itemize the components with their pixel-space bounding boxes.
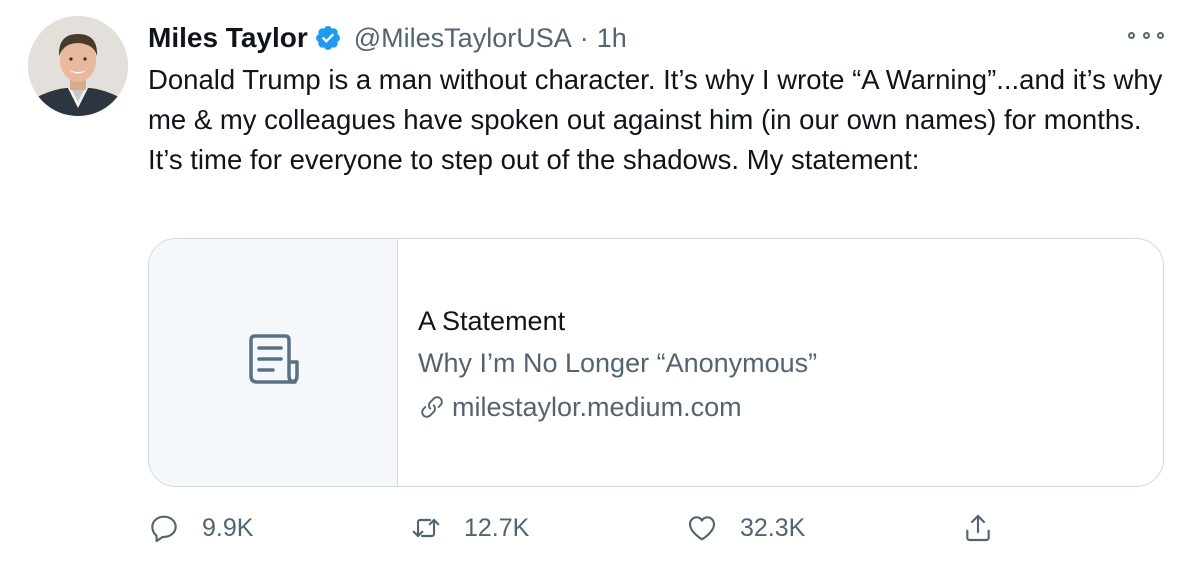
card-body: A Statement Why I’m No Longer “Anonymous… [398,239,1163,486]
more-dot [1142,31,1150,39]
tweet-header: Miles Taylor @MilesTaylorUSA · 1h [148,18,627,58]
share-icon [962,512,994,544]
more-options-icon[interactable] [1128,26,1164,44]
tweet-text: Donald Trump is a man without character.… [148,64,1170,175]
user-handle[interactable]: @MilesTaylorUSA [354,23,572,54]
display-name[interactable]: Miles Taylor [148,22,308,54]
like-count: 32.3K [740,513,806,542]
retweet-count: 12.7K [464,513,530,542]
card-title: A Statement [418,305,566,336]
card-domain-text: milestaylor.medium.com [452,391,742,422]
reply-count: 9.9K [202,513,254,542]
more-dot [1128,31,1135,39]
separator-dot: · [579,22,589,53]
verified-badge-icon [314,24,342,52]
retweet-button[interactable]: 12.7K [410,508,529,548]
timestamp[interactable]: 1h [597,23,627,54]
card-thumbnail [149,239,398,486]
heart-icon [686,512,718,544]
card-description: Why I’m No Longer “Anonymous” [418,347,818,378]
reply-icon [148,512,180,544]
share-button[interactable] [962,508,994,548]
card-domain: milestaylor.medium.com [418,385,1163,429]
reply-button[interactable]: 9.9K [148,508,253,548]
retweet-icon [410,512,442,544]
tweet: Miles Taylor @MilesTaylorUSA · 1h Donald… [0,0,1194,563]
link-preview-card[interactable]: A Statement Why I’m No Longer “Anonymous… [148,238,1164,487]
link-icon [418,393,446,421]
more-dot [1157,31,1164,39]
avatar[interactable] [28,16,128,116]
like-button[interactable]: 32.3K [686,508,805,548]
document-icon [245,332,301,393]
action-bar: 9.9K 12.7K 32.3K [148,508,1008,548]
